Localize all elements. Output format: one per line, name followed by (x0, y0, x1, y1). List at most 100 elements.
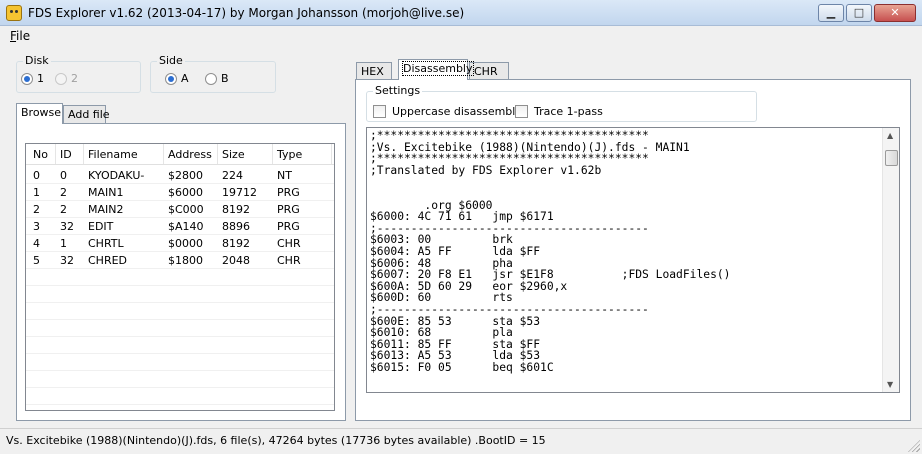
window-title: FDS Explorer v1.62 (2013-04-17) by Morga… (28, 6, 465, 20)
resize-grip-icon[interactable] (908, 440, 920, 452)
disk-1-label: 1 (37, 72, 44, 85)
title-bar: FDS Explorer v1.62 (2013-04-17) by Morga… (0, 0, 922, 26)
cell-no: 4 (33, 237, 40, 250)
minimize-button[interactable]: ▁ (818, 4, 844, 22)
cell-type: PRG (277, 186, 300, 199)
uppercase-label: Uppercase disassembly (392, 105, 522, 118)
tab-hex-label: HEX (361, 65, 384, 78)
col-type[interactable]: Type (277, 148, 302, 161)
tab-disassembly-label: Disassembly (402, 61, 474, 76)
status-text: Vs. Excitebike (1988)(Nintendo)(J).fds, … (6, 434, 546, 447)
cell-filename: MAIN2 (88, 203, 124, 216)
menu-file[interactable]: File (10, 29, 30, 43)
cell-size: 2048 (222, 254, 250, 267)
side-b-radio[interactable]: B (205, 72, 229, 85)
code-line: ;***************************************… (370, 129, 649, 142)
cell-id: 32 (60, 220, 74, 233)
cell-address: $C000 (168, 203, 204, 216)
cell-type: CHR (277, 254, 301, 267)
close-button[interactable]: ✕ (874, 4, 916, 22)
col-no[interactable]: No (33, 148, 48, 161)
settings-group: Settings Uppercase disassembly Trace 1-p… (366, 84, 757, 122)
cell-type: NT (277, 169, 292, 182)
side-group-label: Side (157, 54, 185, 67)
settings-label: Settings (373, 84, 423, 97)
cell-size: 8192 (222, 237, 250, 250)
cell-filename: CHRTL (88, 237, 124, 250)
code-line: $6010: 68 pla (370, 326, 513, 340)
code-line: $6007: 20 F8 E1 jsr $E1F8 ;FDS LoadFiles… (370, 268, 731, 282)
cell-filename: KYODAKU- (88, 169, 145, 182)
tab-add-file[interactable]: Add file (63, 105, 110, 124)
radio-unchecked-icon (205, 72, 217, 85)
col-size[interactable]: Size (222, 148, 245, 161)
grid-line (26, 285, 334, 286)
cell-id: 2 (60, 186, 67, 199)
file-list[interactable]: No ID Filename Address Size Type 0 0 KYODA… (25, 143, 335, 411)
cell-size: 8896 (222, 220, 250, 233)
tab-chr-label: CHR (474, 65, 498, 78)
cell-address: $A140 (168, 220, 204, 233)
disk-1-radio[interactable]: 1 (21, 72, 44, 85)
cell-address: $6000 (168, 186, 203, 199)
cell-address: $1800 (168, 254, 203, 267)
cell-id: 1 (60, 237, 67, 250)
table-row[interactable]: 1 2 MAIN1 $6000 19712 PRG (26, 184, 334, 201)
col-id[interactable]: ID (60, 148, 72, 161)
file-list-header: No ID Filename Address Size Type (26, 144, 334, 165)
grid-line (26, 353, 334, 354)
cell-id: 2 (60, 203, 67, 216)
side-a-label: A (181, 72, 189, 85)
vertical-scrollbar[interactable]: ▲ ▼ (882, 128, 899, 392)
cell-size: 224 (222, 169, 243, 182)
side-a-radio[interactable]: A (165, 72, 189, 85)
cell-no: 3 (33, 220, 40, 233)
table-row[interactable]: 3 32 EDIT $A140 8896 PRG (26, 218, 334, 235)
table-row[interactable]: 2 2 MAIN2 $C000 8192 PRG (26, 201, 334, 218)
trace-checkbox[interactable]: Trace 1-pass (515, 105, 603, 118)
table-row[interactable]: 0 0 KYODAKU- $2800 224 NT (26, 167, 334, 184)
tab-add-file-label: Add file (68, 108, 110, 121)
cell-type: PRG (277, 203, 300, 216)
cell-filename: EDIT (88, 220, 114, 233)
uppercase-checkbox[interactable]: Uppercase disassembly (373, 105, 522, 118)
tab-browse-label: Browse (21, 106, 62, 119)
cell-id: 32 (60, 254, 74, 267)
code-line: $6015: F0 05 beq $601C (370, 360, 554, 374)
maximize-button[interactable]: □ (846, 4, 872, 22)
grid-line (26, 302, 334, 303)
table-row[interactable]: 4 1 CHRTL $0000 8192 CHR (26, 235, 334, 252)
table-row[interactable]: 5 32 CHRED $1800 2048 CHR (26, 252, 334, 269)
tab-disassembly[interactable]: Disassembly (398, 59, 474, 80)
scroll-thumb[interactable] (885, 150, 898, 166)
cell-type: PRG (277, 220, 300, 233)
col-filename[interactable]: Filename (88, 148, 138, 161)
grid-line (26, 319, 334, 320)
cell-id: 0 (60, 169, 67, 182)
cell-address: $2800 (168, 169, 203, 182)
side-group: Side A B (150, 54, 276, 93)
grid-line (26, 370, 334, 371)
scroll-down-icon[interactable]: ▼ (887, 380, 893, 389)
radio-checked-icon (21, 72, 33, 85)
cell-filename: CHRED (88, 254, 128, 267)
scroll-up-icon[interactable]: ▲ (887, 131, 893, 140)
disassembly-text: ;***************************************… (370, 130, 730, 373)
disk-group-label: Disk (23, 54, 51, 67)
cell-no: 5 (33, 254, 40, 267)
grid-line (26, 251, 334, 252)
tab-browse[interactable]: Browse (16, 103, 63, 124)
code-line: $6004: A5 FF lda $FF (370, 244, 541, 258)
col-address[interactable]: Address (168, 148, 212, 161)
disk-2-radio: 2 (55, 72, 78, 85)
status-bar: Vs. Excitebike (1988)(Nintendo)(J).fds, … (0, 428, 922, 454)
grid-line (26, 404, 334, 405)
disassembly-textbox[interactable]: ;***************************************… (366, 127, 900, 393)
checkbox-unchecked-icon (373, 105, 386, 118)
app-icon (6, 5, 22, 21)
grid-line (26, 268, 334, 269)
menu-bar: File (0, 26, 922, 46)
cell-size: 8192 (222, 203, 250, 216)
grid-line (26, 183, 334, 184)
